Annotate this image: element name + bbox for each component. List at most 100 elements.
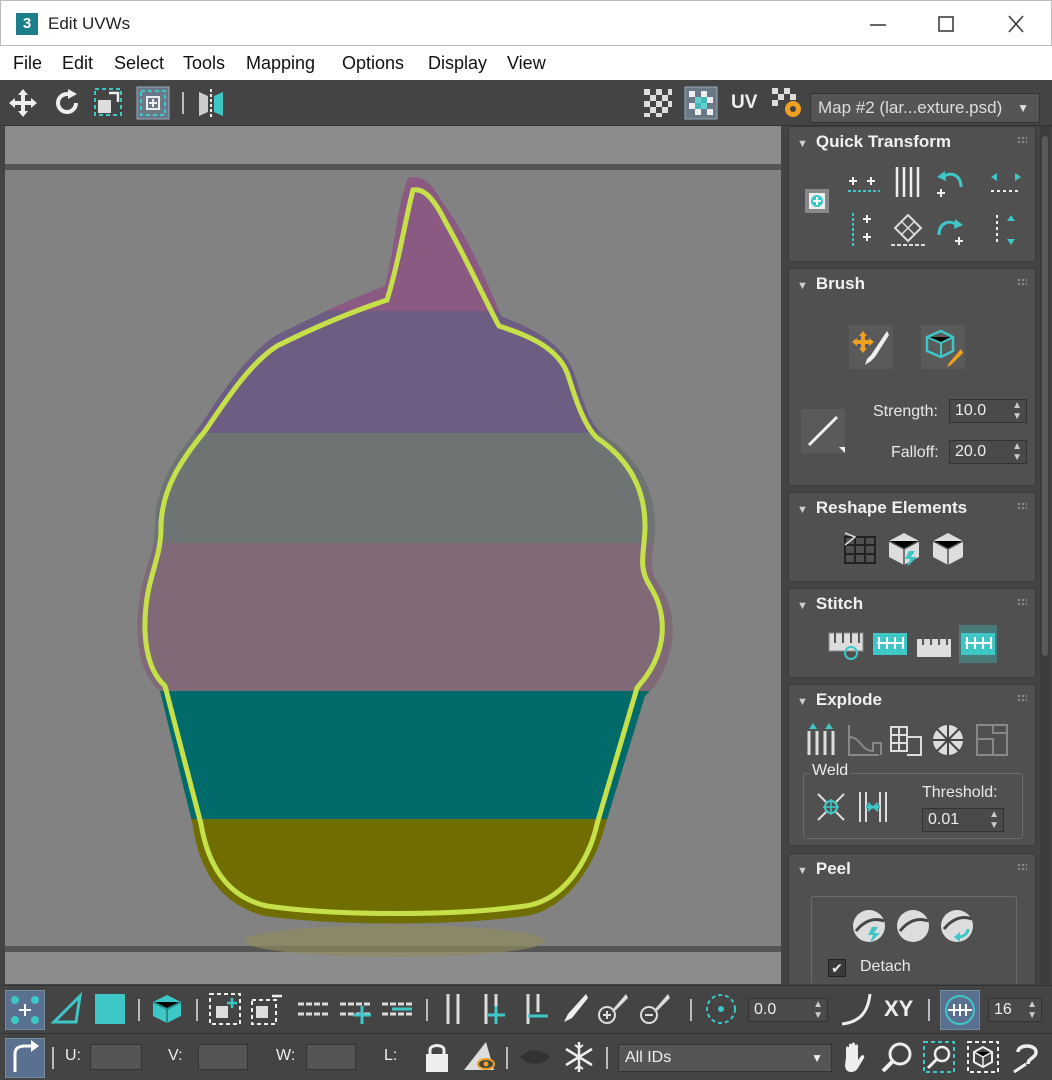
menu-select[interactable]: Select	[114, 53, 164, 74]
rotate-icon[interactable]	[50, 86, 84, 120]
relax-settings-cube-icon[interactable]	[929, 529, 967, 567]
align-vertical-lines-icon[interactable]	[889, 163, 927, 201]
straighten-selection-icon[interactable]	[841, 529, 879, 567]
soft-selection-icon[interactable]	[704, 992, 738, 1026]
spinner-arrows-icon[interactable]: ▲ ▼	[1012, 441, 1022, 463]
help-icon[interactable]	[1010, 1040, 1044, 1074]
close-button[interactable]	[993, 7, 1039, 41]
menu-file[interactable]: File	[13, 53, 42, 74]
menu-edit[interactable]: Edit	[62, 53, 93, 74]
polygon-select-icon[interactable]	[93, 992, 127, 1026]
falloff-spinner[interactable]: 20.0 ▲ ▼	[949, 440, 1027, 464]
peel-reset-icon[interactable]	[938, 907, 976, 945]
flatten-by-polygon-icon[interactable]	[929, 721, 967, 759]
space-vertical-icon[interactable]	[987, 211, 1025, 249]
ring-grow-icon[interactable]	[476, 992, 510, 1026]
element-select-icon[interactable]	[150, 992, 184, 1026]
zoom-extents-icon[interactable]	[966, 1040, 1000, 1074]
spinner-arrows-icon[interactable]: ▲ ▼	[1012, 400, 1022, 422]
paint-move-brush-icon[interactable]	[849, 325, 893, 369]
align-to-grid-icon[interactable]	[889, 211, 927, 249]
falloff-space-xy[interactable]: XY	[884, 996, 913, 1022]
eye-visibility-icon[interactable]	[518, 1040, 552, 1074]
u-field[interactable]	[90, 1044, 142, 1070]
map-selector-dropdown[interactable]: Map #2 (lar...exture.psd) ▼	[810, 93, 1040, 123]
threshold-spinner[interactable]: 0.01 ▲ ▼	[922, 808, 1004, 832]
show-map-icon[interactable]	[684, 86, 718, 120]
edge-select-icon[interactable]	[50, 992, 84, 1026]
uv-axis-label[interactable]: UV	[731, 92, 757, 114]
menu-mapping[interactable]: Mapping	[246, 53, 315, 74]
loop-select-icon[interactable]	[296, 992, 330, 1026]
zoom-region-icon[interactable]	[922, 1040, 956, 1074]
stitch-to-target-icon[interactable]	[827, 625, 865, 663]
w-field[interactable]	[306, 1044, 356, 1070]
maximize-button[interactable]	[923, 7, 969, 41]
loop-shrink-icon[interactable]	[380, 992, 414, 1026]
explode-header[interactable]: ▼ Explode	[797, 690, 882, 710]
ring-select-icon[interactable]	[436, 992, 470, 1026]
set-pivot-icon[interactable]	[799, 183, 837, 221]
absolute-offset-toggle-icon[interactable]	[5, 1038, 45, 1078]
stitch-header[interactable]: ▼ Stitch	[797, 594, 863, 614]
strength-spinner[interactable]: 10.0 ▲ ▼	[949, 399, 1027, 423]
peel-header[interactable]: ▼ Peel	[797, 859, 851, 879]
reshape-elements-header[interactable]: ▼ Reshape Elements	[797, 498, 967, 518]
panel-scrollbar-thumb[interactable]	[1042, 136, 1048, 656]
falloff-type-icon[interactable]	[840, 992, 874, 1026]
menu-tools[interactable]: Tools	[183, 53, 225, 74]
minimize-button[interactable]	[855, 7, 901, 41]
paint-select-shrink-icon[interactable]	[638, 992, 672, 1026]
weld-target-icon[interactable]	[812, 788, 850, 826]
relax-cube-icon[interactable]	[885, 529, 923, 567]
menu-display[interactable]: Display	[428, 53, 487, 74]
move-icon[interactable]	[6, 86, 40, 120]
spinner-arrows-icon[interactable]: ▲ ▼	[989, 809, 999, 831]
paint-select-icon[interactable]	[556, 992, 590, 1026]
paint-select-grow-icon[interactable]	[596, 992, 630, 1026]
flatten-by-grid-icon[interactable]	[887, 721, 925, 759]
freeze-snowflake-icon[interactable]	[562, 1040, 596, 1074]
mirror-icon[interactable]	[194, 86, 228, 120]
spinner-arrows-icon[interactable]: ▲ ▼	[1027, 999, 1037, 1021]
menu-view[interactable]: View	[507, 53, 546, 74]
relax-brush-icon[interactable]	[921, 325, 965, 369]
detach-checkbox[interactable]: ✔	[828, 959, 846, 977]
spinner-arrows-icon[interactable]: ▲ ▼	[813, 999, 823, 1021]
v-field[interactable]	[198, 1044, 248, 1070]
falloff-curve-icon[interactable]	[801, 409, 845, 453]
flatten-by-material-icon[interactable]	[973, 721, 1011, 759]
loop-grow-icon[interactable]	[338, 992, 372, 1026]
space-horizontal-icon[interactable]	[987, 163, 1025, 201]
stitch-to-source-icon[interactable]	[915, 625, 953, 663]
menu-options[interactable]: Options	[342, 53, 404, 74]
map-settings-icon[interactable]	[770, 86, 804, 120]
detach-edge-icon[interactable]	[845, 721, 883, 759]
break-icon[interactable]	[803, 721, 841, 759]
peel-mode-icon[interactable]	[894, 907, 932, 945]
stitch-custom-icon[interactable]	[959, 625, 997, 663]
quick-peel-icon[interactable]	[850, 907, 888, 945]
vertex-select-icon[interactable]	[5, 990, 45, 1030]
zoom-icon[interactable]	[880, 1040, 914, 1074]
shrink-selection-icon[interactable]	[250, 992, 284, 1026]
panel-scrollbar[interactable]	[1040, 126, 1050, 984]
freeform-mode-icon[interactable]	[136, 86, 170, 120]
align-horizontal-icon[interactable]	[845, 163, 883, 201]
align-vertical-icon[interactable]	[845, 211, 883, 249]
material-id-dropdown[interactable]: All IDs ▼	[618, 1044, 832, 1072]
ring-shrink-icon[interactable]	[518, 992, 552, 1026]
brush-header[interactable]: ▼ Brush	[797, 274, 865, 294]
grow-selection-icon[interactable]	[208, 992, 242, 1026]
pan-hand-icon[interactable]	[838, 1040, 872, 1074]
quick-transform-header[interactable]: ▼ Quick Transform	[797, 132, 951, 152]
hide-selection-icon[interactable]	[462, 1040, 496, 1074]
weld-selected-icon[interactable]	[854, 788, 892, 826]
scale-icon[interactable]	[92, 86, 126, 120]
rotate-cw-icon[interactable]	[931, 211, 969, 249]
rotate-ccw-icon[interactable]	[931, 163, 969, 201]
stitch-average-icon[interactable]	[871, 625, 909, 663]
checker-map-icon[interactable]	[641, 86, 675, 120]
lock-icon[interactable]	[420, 1040, 454, 1074]
edge-distance-spinner[interactable]: 16 ▲ ▼	[988, 998, 1042, 1022]
